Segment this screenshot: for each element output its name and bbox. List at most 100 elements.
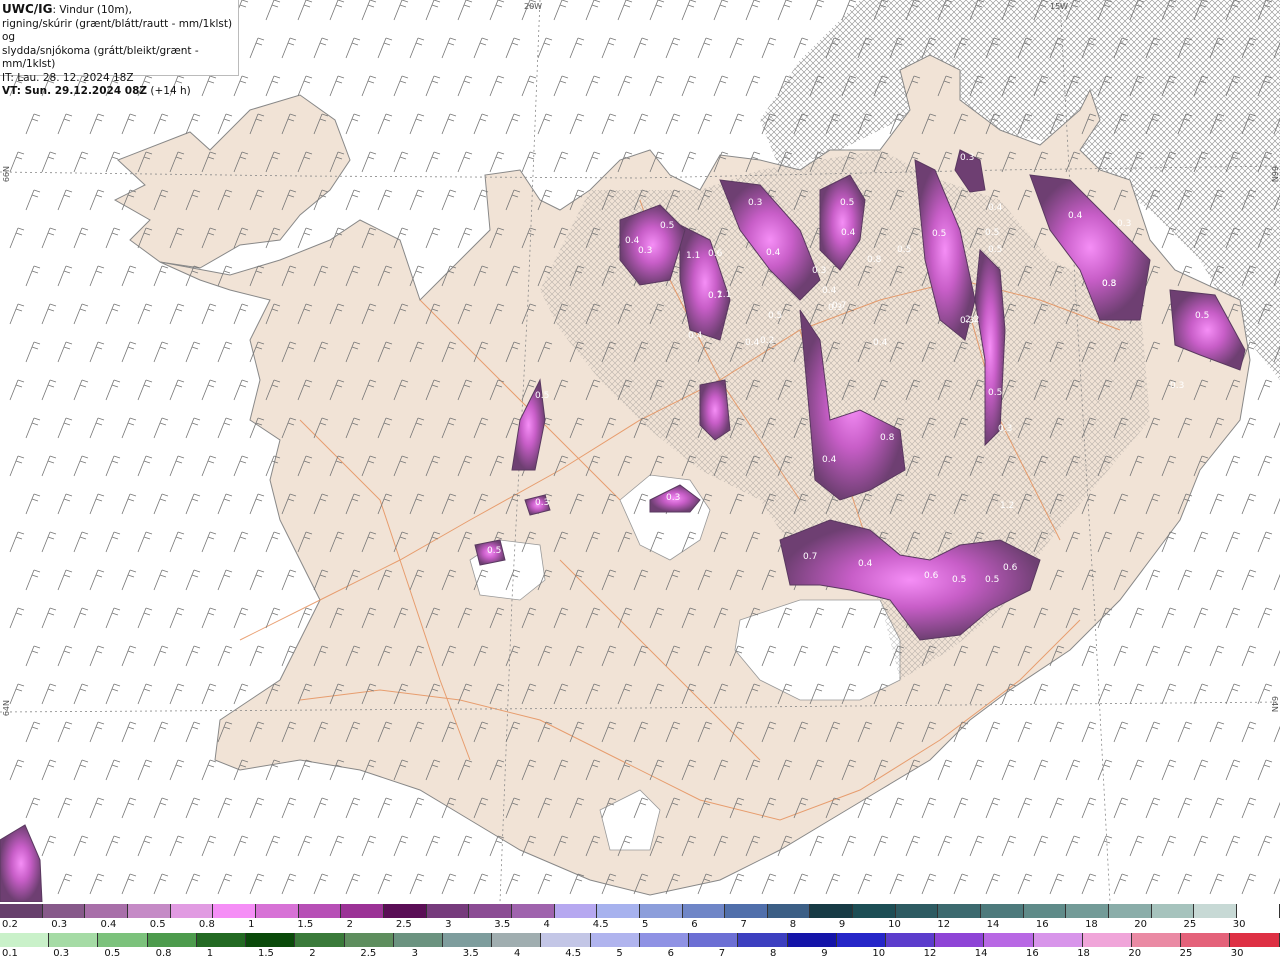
legend-swatch: [0, 904, 43, 918]
legend-tick-label: 18: [1085, 919, 1098, 930]
legend-swatch: [383, 904, 427, 918]
precip-value: 0.5: [985, 575, 999, 585]
legend-tick-label: 3: [411, 948, 418, 959]
precip-value: 0.7: [803, 552, 817, 562]
legend-tick-label: 3.5: [494, 919, 511, 930]
legend-tick-label: 0.8: [198, 919, 215, 930]
product-subtitle: : Vindur (10m),: [52, 4, 132, 16]
legend-swatch: [984, 933, 1034, 947]
legend-swatch: [938, 904, 982, 918]
legend-swatch: [49, 933, 99, 947]
legend-tick-label: 4: [514, 948, 521, 959]
legend-tick-label: 4.5: [592, 919, 609, 930]
legend-tick-label: 5: [642, 919, 649, 930]
legend-swatch: [295, 933, 345, 947]
legend-swatch: [639, 933, 690, 947]
precip-value: 0.4: [858, 559, 873, 569]
precip-value: 0.3: [666, 493, 680, 503]
precip-value: 0.6: [924, 571, 939, 581]
precip-value: 1.1: [717, 290, 731, 300]
forecast-map[interactable]: 0.3 0.5 0.4 0.4 0.5 1.1 0.6 0.3 0.7 0.4 0.5 0.4 1.1 0…: [0, 0, 1280, 902]
legend-swatch: [393, 933, 443, 947]
valid-time: VT: Sun. 29.12.2024 08Z: [2, 85, 148, 97]
legend-tick-label: 0.5: [104, 948, 121, 959]
legend-swatch: [246, 933, 296, 947]
legend-tick-label: 4.5: [565, 948, 582, 959]
legend-tick-label: 25: [1183, 919, 1197, 930]
legend-tick-label: 6: [691, 919, 698, 930]
legend-swatch: [1194, 904, 1238, 918]
precip-value: 0.7: [832, 301, 846, 311]
legend-swatch: [895, 904, 939, 918]
legend-tick-label: 0.2: [2, 919, 18, 930]
legend-tick-label: 12: [937, 919, 951, 930]
legend-tick-label: 1: [206, 948, 214, 959]
legend-tick-label: 16: [1026, 948, 1039, 959]
precip-value: 0.3: [960, 153, 974, 163]
legend-swatch: [810, 904, 854, 918]
forecast-info-box: UWC/IG: Vindur (10m), rigning/skúrir (gr…: [0, 0, 239, 97]
precip-value: 0.5: [897, 245, 911, 255]
precip-value: 0.4: [688, 331, 703, 341]
legend-swatch: [298, 904, 342, 918]
description-line-2: rigning/skúrir (grænt/blátt/rautt - mm/1…: [2, 17, 233, 44]
lead-time: (+14 h): [147, 85, 191, 97]
legend-swatch: [42, 904, 86, 918]
legend-swatch: [98, 933, 148, 947]
legend-tick-label: 0.4: [100, 919, 117, 930]
legend-tick-label: 1: [248, 919, 255, 930]
precip-value: 0.5: [952, 575, 966, 585]
legend-swatch: [341, 904, 384, 918]
rain-color-bar: [0, 933, 1280, 947]
legend-swatch: [196, 933, 247, 947]
precip-value: 0.3: [960, 316, 974, 326]
legend-swatch: [554, 904, 598, 918]
precip-value: 0.4: [745, 338, 760, 348]
precip-value: 1.1: [686, 251, 700, 261]
precip-value: 0.5: [487, 546, 501, 556]
precip-value: 0.3: [1170, 381, 1184, 391]
precip-value: 0.5: [1195, 311, 1209, 321]
legend-swatch: [682, 904, 726, 918]
color-legend: 0.2 0.3 0.4 0.5 0.8 1 1.5 2 2.5 3 3.5 4 4.5 5 6 7 8 9 10 12…: [0, 902, 1280, 960]
legend-swatch: [1181, 933, 1231, 947]
lon-label-15w: 15W: [1050, 2, 1069, 11]
legend-tick-label: 30: [1232, 919, 1246, 930]
precip-value: 0.5: [985, 228, 999, 238]
legend-swatch: [170, 904, 214, 918]
precip-value: 0.5: [840, 198, 854, 208]
legend-tick-label: 8: [770, 948, 777, 959]
legend-tick-label: 4: [543, 919, 550, 930]
legend-tick-label: 0.3: [53, 948, 70, 959]
precip-value: 0.8: [867, 255, 882, 265]
legend-tick-label: 30: [1230, 948, 1244, 959]
legend-swatch: [1023, 904, 1067, 918]
precip-value: 0.4: [822, 286, 837, 296]
precip-value: 0.5: [535, 391, 549, 401]
precip-value: 0.3: [748, 198, 762, 208]
legend-swatch: [725, 904, 768, 918]
legend-tick-label: 20: [1134, 919, 1148, 930]
legend-swatch: [426, 904, 470, 918]
legend-tick-label: 8: [789, 919, 797, 930]
precip-value: 1.2: [1000, 501, 1014, 511]
legend-swatch: [767, 904, 811, 918]
precip-value: 0.4: [625, 236, 640, 246]
precip-value: 0.4: [1068, 211, 1083, 221]
legend-swatch: [836, 933, 886, 947]
legend-tick-label: 12: [923, 948, 937, 959]
description-line-3: slydda/snjókoma (grátt/bleikt/grænt - mm…: [2, 44, 199, 71]
snow-scale-labels: 0.2 0.3 0.4 0.5 0.8 1 1.5 2 2.5 3 3.5 4 4.5 5 6 7 8 9 10 12…: [0, 919, 1280, 933]
legend-swatch: [935, 933, 985, 947]
precip-value: 0.2: [760, 336, 774, 346]
precip-value: 0.6: [1003, 563, 1018, 573]
legend-swatch: [344, 933, 394, 947]
legend-tick-label: 9: [821, 948, 828, 959]
legend-swatch: [1237, 904, 1280, 918]
legend-swatch: [511, 904, 555, 918]
legend-swatch: [1082, 933, 1133, 947]
legend-tick-label: 0.1: [2, 948, 18, 959]
legend-tick-label: 7: [740, 919, 747, 930]
legend-swatch: [689, 933, 739, 947]
legend-tick-label: 16: [1035, 919, 1049, 930]
